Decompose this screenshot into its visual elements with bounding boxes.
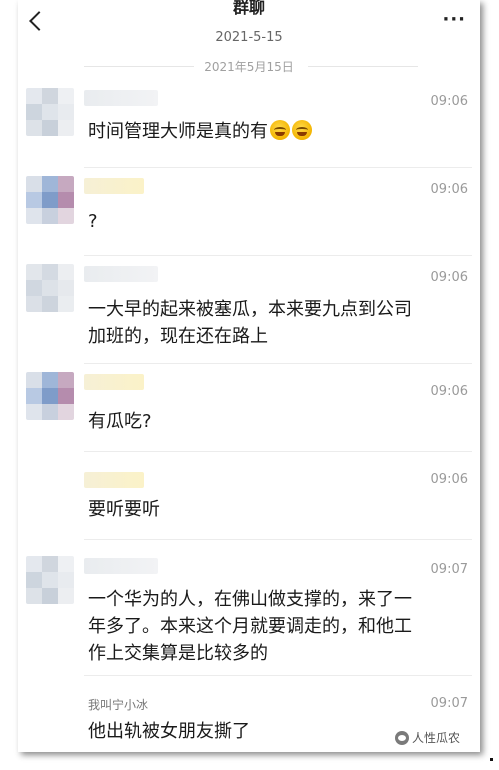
sender-name-blurred xyxy=(84,90,158,106)
laughing-crying-emoji-icon xyxy=(270,120,290,140)
message-text: 一大早的起来被塞瓜，本来要九点到公司 加班的，现在还在路上 xyxy=(88,299,412,347)
message-time: 09:06 xyxy=(430,472,468,487)
chat-message[interactable]: 09:06 要听要听 xyxy=(18,452,480,540)
message-text: 有瓜吃? xyxy=(88,411,152,432)
chat-message[interactable]: 09:06 有瓜吃? xyxy=(18,364,480,452)
avatar[interactable] xyxy=(26,176,74,224)
message-time: 09:06 xyxy=(430,270,468,285)
watermark-logo-icon xyxy=(394,730,409,745)
corner-dot xyxy=(490,758,493,761)
chat-subtitle: 2021-5-15 xyxy=(215,30,283,45)
laughing-crying-emoji-icon xyxy=(292,120,312,140)
sender-name-blurred xyxy=(84,374,144,390)
sender-name-blurred xyxy=(84,178,144,194)
chat-message[interactable]: 09:07 一个华为的人，在佛山做支撑的，来了一 年多了。本来这个月就要调走的，… xyxy=(18,540,480,676)
watermark: 人性瓜农 xyxy=(394,729,460,746)
chat-window: 群聊 2021-5-15 ··· 2021年5月15日 09:06 时间管理大师… xyxy=(18,0,480,752)
avatar[interactable] xyxy=(26,372,74,420)
message-text-content: 时间管理大师是真的有 xyxy=(88,121,268,142)
message-text: 一个华为的人，在佛山做支撑的，来了一 年多了。本来这个月就要调走的，和他工 作上… xyxy=(88,589,412,664)
message-time: 09:07 xyxy=(430,562,468,577)
avatar[interactable] xyxy=(26,264,74,312)
sender-name-blurred xyxy=(84,266,158,282)
chat-message[interactable]: 09:06 时间管理大师是真的有 xyxy=(18,80,480,168)
sender-name-blurred xyxy=(84,472,144,488)
separator-line-right xyxy=(308,66,418,67)
message-text: 时间管理大师是真的有 xyxy=(88,118,466,145)
more-options-icon[interactable]: ··· xyxy=(442,9,466,30)
chat-title: 群聊 xyxy=(232,0,265,17)
message-text: 要听要听 xyxy=(88,499,160,520)
message-time: 09:07 xyxy=(430,696,468,711)
chat-message[interactable]: 09:06 一大早的起来被塞瓜，本来要九点到公司 加班的，现在还在路上 xyxy=(18,256,480,364)
message-time: 09:06 xyxy=(430,94,468,109)
avatar[interactable] xyxy=(26,88,74,136)
message-time: 09:06 xyxy=(430,182,468,197)
watermark-text: 人性瓜农 xyxy=(411,731,460,745)
sender-name-blurred xyxy=(84,558,158,574)
message-text: ? xyxy=(88,211,98,232)
date-separator: 2021年5月15日 xyxy=(18,58,480,74)
sender-name: 我叫宁小冰 xyxy=(88,698,149,712)
chat-message[interactable]: 09:06 ? xyxy=(18,168,480,256)
message-time: 09:06 xyxy=(430,384,468,399)
chat-header: 群聊 2021-5-15 ··· xyxy=(18,0,480,56)
avatar[interactable] xyxy=(26,556,74,604)
